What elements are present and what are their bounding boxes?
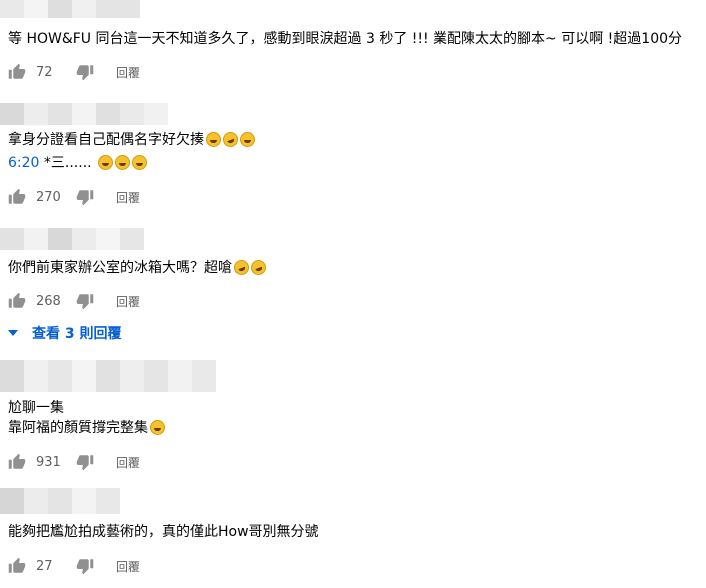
thumbs-down-icon[interactable] [76, 557, 94, 575]
like-count: 27 [36, 558, 53, 574]
grinning-face-icon [97, 155, 113, 170]
reply-button[interactable]: 回覆 [116, 454, 140, 471]
thumbs-down-icon[interactable] [76, 188, 94, 206]
thumbs-down-icon[interactable] [76, 453, 94, 471]
thumbs-up-icon[interactable] [8, 557, 26, 575]
grinning-face-icon [240, 132, 255, 147]
rolling-laughing-icon [231, 257, 252, 278]
like-count: 268 [36, 293, 61, 309]
grinning-face-icon [150, 420, 165, 435]
comment-text: 能夠把尷尬拍成藝術的，真的僅此How哥別無分號 [8, 522, 319, 542]
comment-text: 你們前東家辦公室的冰箱大嗎？超嗆 [8, 257, 269, 278]
comment-actions: 72 回覆 [8, 61, 140, 83]
comment-line: 你們前東家辦公室的冰箱大嗎？超嗆 [8, 260, 232, 276]
thumbs-up-icon[interactable] [8, 453, 26, 471]
view-replies-label: 查看 3 則回覆 [32, 326, 122, 342]
thumbs-up-icon[interactable] [8, 63, 26, 81]
author-name-redacted [0, 360, 216, 392]
grinning-face-icon [206, 132, 221, 147]
rolling-laughing-icon [248, 257, 269, 278]
comment-line: *三...... [39, 155, 92, 171]
author-name-redacted [0, 0, 140, 18]
comment-actions: 931 回覆 [8, 451, 140, 473]
thumbs-up-icon[interactable] [8, 188, 26, 206]
comment-actions: 270 回覆 [8, 186, 140, 208]
view-replies-button[interactable]: 查看 3 則回覆 [8, 322, 122, 344]
reply-button[interactable]: 回覆 [116, 558, 140, 575]
reply-button[interactable]: 回覆 [116, 293, 140, 310]
comment-text: 拿身分證看自己配偶名字好欠揍 [8, 129, 255, 150]
comment-line: 等 HOW&FU 同台這一天不知道多久了，感動到眼淚超過 3 秒了 !!! 業配… [8, 31, 683, 47]
grinning-face-icon [131, 155, 147, 170]
thumbs-down-icon[interactable] [76, 63, 94, 81]
author-name-redacted [0, 488, 120, 514]
chevron-down-icon [8, 330, 18, 336]
reply-button[interactable]: 回覆 [116, 64, 140, 81]
reply-button[interactable]: 回覆 [116, 189, 140, 206]
like-count: 270 [36, 189, 61, 205]
like-count: 931 [36, 454, 61, 470]
comment-line: 能夠把尷尬拍成藝術的，真的僅此How哥別無分號 [8, 524, 319, 540]
comment-line: 尬聊一集 [8, 400, 64, 416]
rolling-laughing-icon [220, 129, 241, 150]
comment-actions: 268 回覆 [8, 290, 140, 312]
comment-line: 靠阿福的顏質撐完整集 [8, 420, 148, 436]
comment-text: 6:20 *三...... [8, 153, 147, 173]
author-name-redacted [0, 228, 144, 250]
comment-text: 靠阿福的顏質撐完整集 [8, 418, 165, 438]
thumbs-down-icon[interactable] [76, 292, 94, 310]
comment-text: 尬聊一集 [8, 398, 64, 418]
comment-line: 拿身分證看自己配偶名字好欠揍 [8, 132, 204, 148]
thumbs-up-icon[interactable] [8, 292, 26, 310]
comment-actions: 27 回覆 [8, 555, 140, 577]
grinning-face-icon [114, 155, 130, 170]
timestamp-link[interactable]: 6:20 [8, 155, 39, 171]
author-name-redacted [0, 103, 168, 125]
like-count: 72 [36, 64, 53, 80]
comment-text: 等 HOW&FU 同台這一天不知道多久了，感動到眼淚超過 3 秒了 !!! 業配… [8, 29, 682, 49]
